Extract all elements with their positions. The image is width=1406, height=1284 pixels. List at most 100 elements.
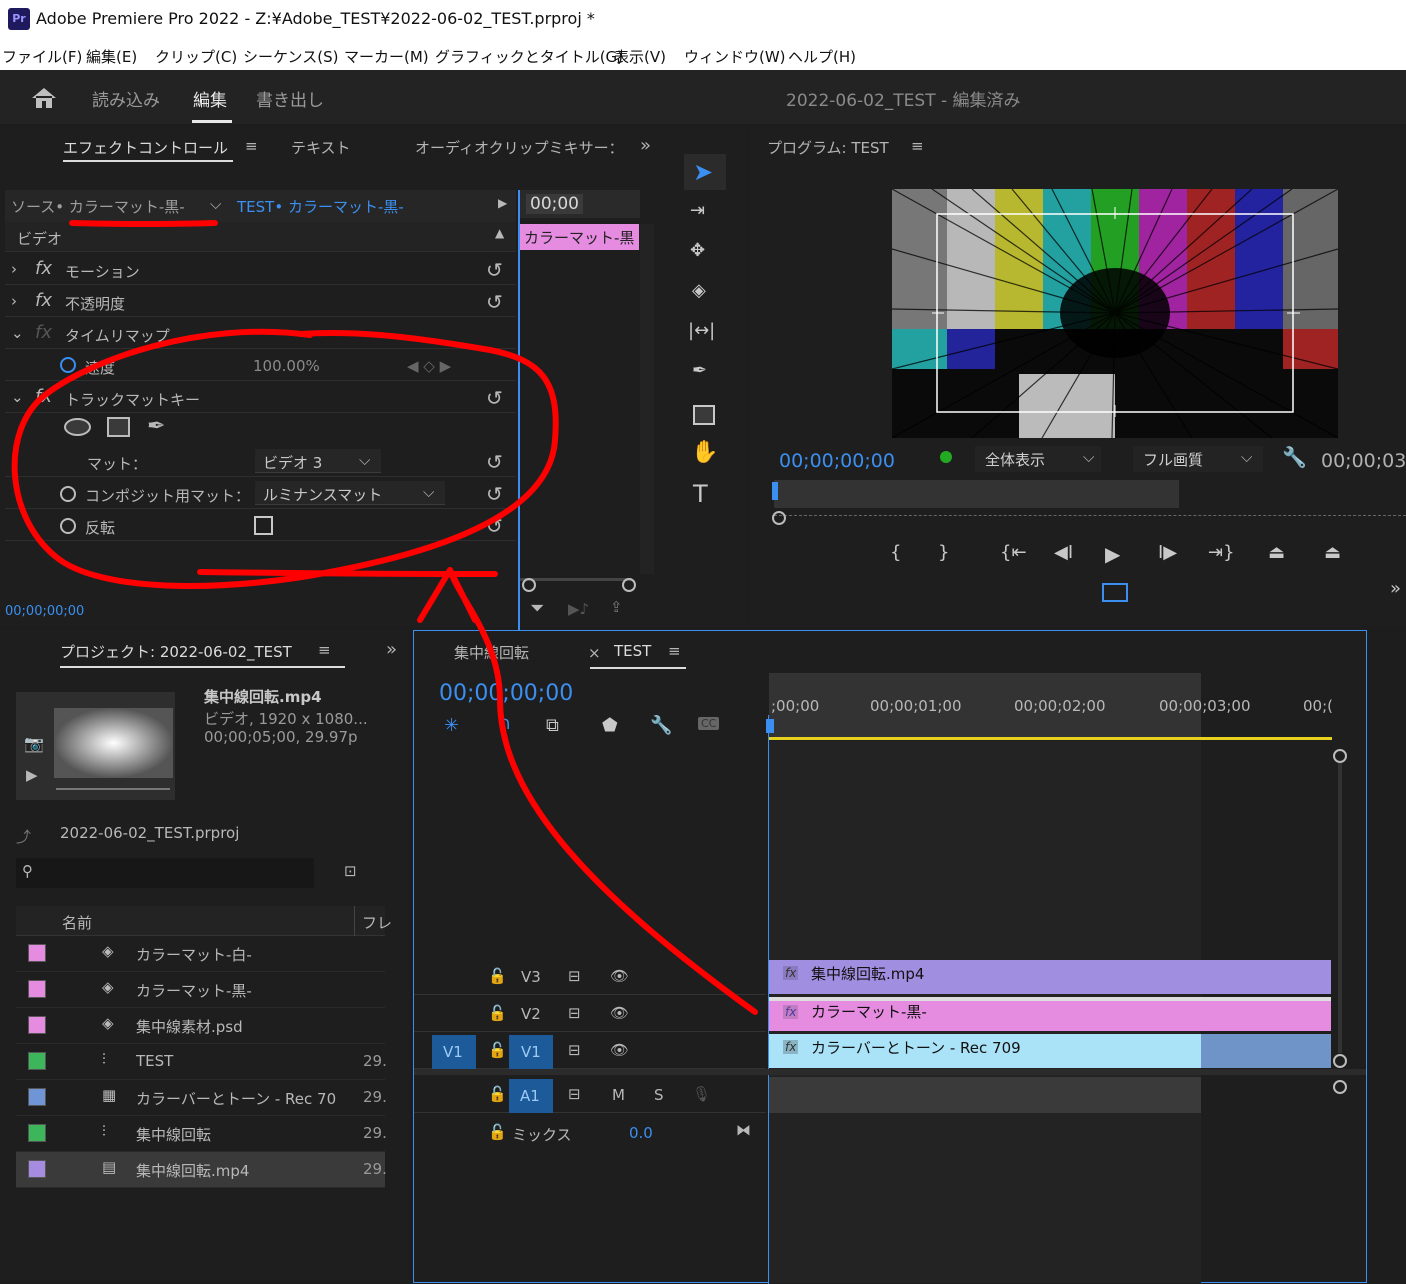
reset-icon[interactable]: ↺ <box>486 290 503 314</box>
wrench-icon[interactable]: 🔧 <box>1282 445 1307 469</box>
mute-button[interactable]: M <box>612 1086 625 1104</box>
ripple-edit-icon[interactable]: ✥ <box>690 240 705 261</box>
menu-marker[interactable]: マーカー(M) <box>344 46 429 67</box>
ec-scrollbar[interactable] <box>640 224 654 574</box>
type-icon[interactable]: T <box>693 480 708 508</box>
track-matte-row[interactable]: ⌄ fx トラックマットキー ↺ <box>5 382 516 413</box>
column-name[interactable]: 名前 <box>62 912 92 933</box>
mic-icon[interactable]: 🎙 <box>692 1085 711 1103</box>
menu-edit[interactable]: 編集(E) <box>86 46 137 67</box>
play-triangle-icon[interactable]: ▶ <box>498 196 507 210</box>
menu-clip[interactable]: クリップ(C) <box>155 46 237 67</box>
program-ruler[interactable] <box>774 508 1406 516</box>
sync-icon[interactable]: ⊟ <box>568 1041 581 1059</box>
vertical-scrollbar[interactable] <box>1338 763 1342 1053</box>
marker-icon[interactable]: ⬟ <box>602 715 618 736</box>
av-divider[interactable] <box>414 1069 1366 1075</box>
mix-value[interactable]: 0.0 <box>629 1124 653 1142</box>
camera-icon[interactable]: 📷 <box>24 734 44 753</box>
target-a1[interactable]: A1 <box>509 1079 553 1113</box>
sync-icon[interactable]: ⊟ <box>568 967 581 985</box>
mini-clip[interactable]: カラーマット-黒 <box>520 224 639 250</box>
program-video[interactable] <box>892 189 1338 438</box>
lock-icon[interactable]: 🔓 <box>488 1085 507 1103</box>
program-title[interactable]: プログラム: TEST <box>767 137 889 158</box>
menu-window[interactable]: ウィンドウ(W) <box>684 46 786 67</box>
tab-sequence-1[interactable]: 集中線回転 <box>454 642 529 663</box>
lock-icon[interactable]: 🔓 <box>488 1004 507 1022</box>
clip-v1[interactable]: fx カラーバーとトーン - Rec 709 <box>769 1034 1201 1068</box>
reset-icon[interactable]: ↺ <box>486 514 503 538</box>
collapse-arrow-icon[interactable]: ⌄ <box>11 388 24 406</box>
list-item[interactable]: ◈ 集中線素材.psd <box>16 1008 385 1044</box>
rectangle-tool-icon[interactable] <box>693 405 715 425</box>
extract-icon[interactable]: ⏏ <box>1324 542 1341 563</box>
list-item[interactable]: ◈ カラーマット-黒- <box>16 972 385 1008</box>
wrench-icon[interactable]: 🔧 <box>650 715 672 736</box>
playhead-handle[interactable] <box>766 719 774 733</box>
rectangle-mask-icon[interactable] <box>107 417 130 437</box>
target-v1[interactable]: V1 <box>509 1035 553 1069</box>
solo-button[interactable]: S <box>654 1086 664 1104</box>
list-item[interactable]: ⫶ 集中線回転 29. <box>16 1116 387 1152</box>
eye-icon[interactable]: 👁 <box>610 1004 629 1022</box>
zoom-handle[interactable] <box>772 511 786 525</box>
razor-icon[interactable]: ◈ <box>692 280 706 301</box>
folder-up-icon[interactable]: ⤴ <box>16 826 31 847</box>
zoom-handle-right[interactable] <box>622 578 636 592</box>
clip-v2[interactable]: fx カラーマット-黒- <box>769 997 1331 1031</box>
linked-selection-icon[interactable]: ⧉ <box>546 715 559 736</box>
step-forward-icon[interactable]: I▶ <box>1158 542 1177 563</box>
preview-thumbnail[interactable]: 📷 ▶ <box>16 692 175 800</box>
label-color-swatch[interactable] <box>28 1124 46 1142</box>
tab-audio-mixer[interactable]: オーディオクリップミキサー： <box>415 137 624 158</box>
pen-icon[interactable]: ✒ <box>692 360 707 381</box>
menu-help[interactable]: ヘルプ(H) <box>788 46 856 67</box>
tab-effect-controls[interactable]: エフェクトコントロール <box>63 137 228 158</box>
preview-scrubber[interactable] <box>56 788 170 790</box>
tab-export[interactable]: 書き出し <box>256 86 324 111</box>
scroll-handle[interactable] <box>1333 749 1347 763</box>
eye-icon[interactable]: 👁 <box>610 967 629 985</box>
label-color-swatch[interactable] <box>28 1016 46 1034</box>
clip-v1-tail[interactable] <box>1201 1034 1331 1068</box>
audio-play-icon[interactable]: ▶♪ <box>568 600 589 618</box>
lock-icon[interactable]: 🔓 <box>488 967 507 985</box>
home-icon[interactable] <box>30 86 58 110</box>
tab-import[interactable]: 読み込み <box>92 86 160 111</box>
lift-icon[interactable]: ⏏ <box>1268 542 1285 563</box>
tab-edit[interactable]: 編集 <box>193 86 227 111</box>
export-icon[interactable]: ⇪ <box>610 598 623 616</box>
speed-value[interactable]: 100.00% <box>253 357 320 375</box>
stopwatch-icon[interactable] <box>60 518 76 534</box>
step-back-icon[interactable]: ◀I <box>1054 542 1073 563</box>
menu-sequence[interactable]: シーケンス(S) <box>243 46 338 67</box>
scroll-handle[interactable] <box>1333 1080 1347 1094</box>
label-color-swatch[interactable] <box>28 944 46 962</box>
pan-icon[interactable]: ⧓ <box>736 1121 751 1139</box>
collapse-arrow-icon[interactable]: ⌄ <box>11 324 24 342</box>
panel-menu-icon[interactable]: ≡ <box>245 137 258 155</box>
label-color-swatch[interactable] <box>28 1088 46 1106</box>
time-remap-row[interactable]: ⌄ fx タイムリマップ <box>5 318 516 349</box>
menu-graphics[interactable]: グラフィックとタイトル(G) <box>435 46 623 67</box>
close-icon[interactable]: × <box>588 644 601 662</box>
safe-margins-icon[interactable] <box>1102 583 1128 602</box>
label-color-swatch[interactable] <box>28 1160 46 1178</box>
lock-icon[interactable]: 🔓 <box>488 1041 507 1059</box>
source-label[interactable]: ソース• カラーマット-黒- <box>11 196 185 217</box>
lock-icon[interactable]: 🔓 <box>488 1123 507 1141</box>
stopwatch-icon[interactable] <box>60 486 76 502</box>
snap-icon[interactable]: ∩ <box>498 713 511 734</box>
chevron-right-icon[interactable]: » <box>386 639 397 660</box>
motion-row[interactable]: › fx モーション ↺ <box>5 254 516 285</box>
timeline-timecode[interactable]: 00;00;00;00 <box>439 681 573 706</box>
invert-checkbox[interactable] <box>254 516 273 535</box>
mini-playhead[interactable] <box>518 190 520 630</box>
chevron-right-icon[interactable]: » <box>640 135 651 156</box>
project-title[interactable]: プロジェクト: 2022-06-02_TEST <box>60 641 292 662</box>
nest-icon[interactable]: ✳ <box>444 715 459 736</box>
mark-in-icon[interactable]: { <box>890 542 901 563</box>
pen-mask-icon[interactable]: ✒ <box>147 414 165 439</box>
filter-icon[interactable]: ⏷ <box>530 598 544 619</box>
